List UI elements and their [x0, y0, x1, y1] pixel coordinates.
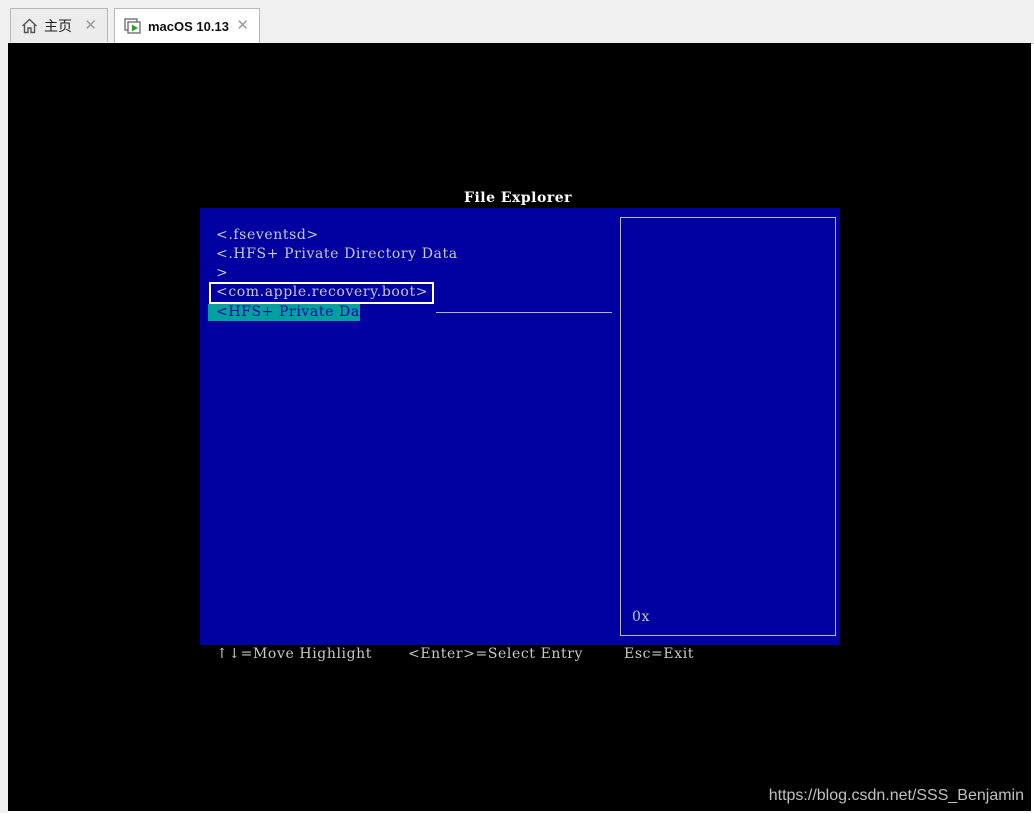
annotation-box — [209, 282, 434, 304]
window-edge — [0, 43, 8, 813]
tab-label: macOS 10.13 — [148, 18, 229, 34]
file-entry[interactable]: <.HFS+ Private Directory Data — [216, 246, 458, 262]
tab-home[interactable]: 主页 ✕ — [10, 8, 108, 42]
tab-macos[interactable]: macOS 10.13 ✕ — [114, 8, 260, 43]
vm-running-icon — [124, 17, 142, 35]
file-entry-selected[interactable]: <HFS+ Private Data> — [208, 304, 387, 321]
tab-label: 主页 — [44, 18, 72, 35]
screen-title: File Explorer — [464, 190, 572, 206]
file-explorer-panel: <.fseventsd> <.HFS+ Private Directory Da… — [200, 208, 840, 645]
help-select: <Enter>=Select Entry — [408, 646, 584, 662]
file-entry[interactable]: > — [216, 265, 228, 281]
detail-value: 0x — [632, 609, 651, 625]
vm-screen[interactable]: File Explorer <.fseventsd> <.HFS+ Privat… — [8, 43, 1031, 811]
watermark: https://blog.csdn.net/SSS_Benjamin — [768, 787, 1024, 804]
close-icon[interactable]: ✕ — [236, 17, 249, 33]
detail-pane: 0x — [620, 217, 836, 636]
help-move: ↑↓=Move Highlight — [216, 646, 373, 662]
help-exit: Esc=Exit — [624, 646, 694, 662]
divider-line — [436, 312, 612, 313]
file-entry[interactable]: <.fseventsd> — [216, 227, 319, 243]
home-icon — [20, 17, 38, 35]
close-icon[interactable]: ✕ — [84, 17, 97, 33]
tab-bar: 主页 ✕ macOS 10.13 ✕ — [0, 0, 1034, 44]
